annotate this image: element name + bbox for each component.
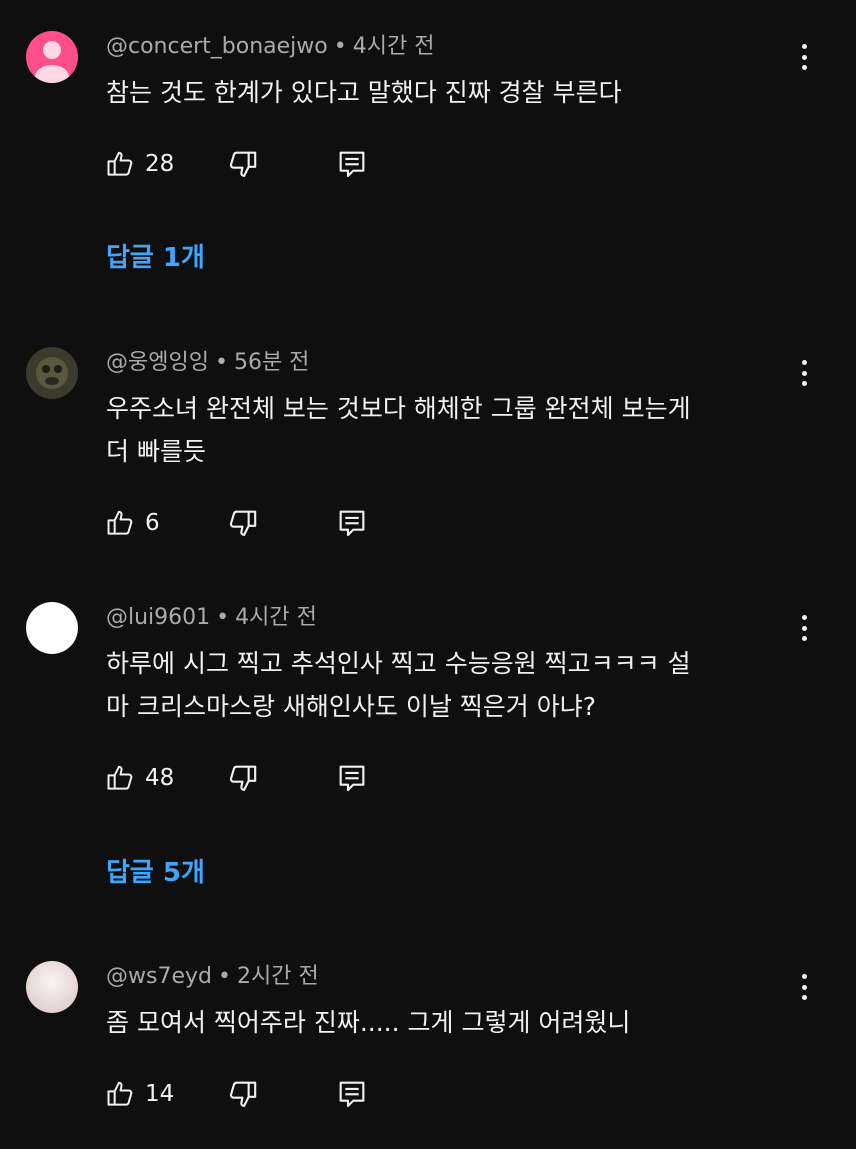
more-vert-icon-dot <box>801 54 807 60</box>
default-avatar-icon <box>26 31 78 83</box>
more-vert-icon <box>801 974 807 979</box>
avatar[interactable] <box>26 31 78 83</box>
author-name[interactable]: @lui9601 <box>106 605 210 630</box>
comment-actions: 28 <box>104 146 374 182</box>
meta-separator: • <box>333 34 347 59</box>
author-name[interactable]: @concert_bonaejwo <box>106 34 328 59</box>
avatar[interactable] <box>26 602 78 654</box>
comment-text: 참는 것도 한계가 있다고 말했다 진짜 경찰 부른다 <box>106 78 622 107</box>
comment-meta: @ws7eyd • 2시간 전 <box>106 962 319 992</box>
avatar[interactable] <box>26 347 78 399</box>
view-replies-button[interactable]: 답글 5개 <box>106 855 205 891</box>
more-vert-icon-dot <box>801 381 807 386</box>
more-vert-icon <box>801 615 807 620</box>
more-actions-button[interactable] <box>792 356 816 390</box>
comment-time[interactable]: 56분 전 <box>234 350 309 375</box>
like-count: 48 <box>145 765 175 791</box>
comment-text: 하루에 시그 찍고 추석인사 찍고 수능응원 찍고ㅋㅋㅋ 설 마 크리스마스랑 … <box>106 649 691 721</box>
reply-button[interactable] <box>336 1076 368 1116</box>
profile-photo-icon <box>26 961 78 1013</box>
comment-meta: @concert_bonaejwo • 4시간 전 <box>106 32 434 62</box>
comment-actions: 14 <box>104 1076 374 1112</box>
thumbs-up-icon <box>107 510 133 535</box>
comment-time[interactable]: 2시간 전 <box>237 964 319 989</box>
comment-actions: 6 <box>104 505 374 541</box>
thumbs-down-icon <box>229 765 257 791</box>
comment-meta: @웅엥잉잉 • 56분 전 <box>106 348 309 378</box>
more-actions-button[interactable] <box>792 970 816 1004</box>
comment-time[interactable]: 4시간 전 <box>235 605 317 630</box>
thumbs-down-icon <box>229 510 257 536</box>
like-button[interactable]: 14 <box>104 1076 174 1112</box>
more-vert-icon-dot <box>801 625 807 631</box>
like-count: 14 <box>145 1081 175 1107</box>
more-vert-icon-dot <box>801 65 807 70</box>
like-button[interactable]: 28 <box>104 146 174 182</box>
comment-actions: 48 <box>104 760 374 796</box>
dislike-button[interactable] <box>226 505 260 545</box>
comment-time[interactable]: 4시간 전 <box>353 34 435 59</box>
more-vert-icon-dot <box>801 984 807 990</box>
more-vert-icon <box>801 360 807 365</box>
avatar[interactable] <box>26 961 78 1013</box>
author-name[interactable]: @웅엥잉잉 <box>106 350 209 375</box>
dislike-button[interactable] <box>226 146 260 186</box>
more-actions-button[interactable] <box>792 611 816 645</box>
meta-separator: • <box>216 605 230 630</box>
like-button[interactable]: 48 <box>104 760 174 796</box>
more-vert-icon-dot <box>801 636 807 641</box>
reply-icon <box>339 1081 365 1108</box>
like-count: 28 <box>145 151 175 177</box>
like-button[interactable]: 6 <box>104 505 160 541</box>
dislike-button[interactable] <box>226 1076 260 1116</box>
thumbs-up-icon <box>107 765 133 790</box>
profile-photo-icon <box>26 602 78 654</box>
thumbs-down-icon <box>229 151 257 177</box>
reply-icon <box>339 765 365 792</box>
more-actions-button[interactable] <box>792 40 816 74</box>
more-vert-icon-dot <box>801 370 807 376</box>
comment-meta: @lui9601 • 4시간 전 <box>106 603 317 633</box>
thumbs-up-icon <box>107 151 133 176</box>
thumbs-up-icon <box>107 1081 133 1106</box>
meta-separator: • <box>217 964 231 989</box>
more-vert-icon <box>801 44 807 49</box>
thumbs-down-icon <box>229 1081 257 1107</box>
more-vert-icon-dot <box>801 995 807 1000</box>
dislike-button[interactable] <box>226 760 260 800</box>
reply-icon <box>339 510 365 537</box>
reply-button[interactable] <box>336 760 368 800</box>
like-count: 6 <box>145 510 160 536</box>
reply-icon <box>339 151 365 178</box>
comment-text: 좀 모여서 찍어주라 진짜..... 그게 그렇게 어려웠니 <box>106 1008 631 1037</box>
meta-separator: • <box>214 350 228 375</box>
reply-button[interactable] <box>336 146 368 186</box>
view-replies-button[interactable]: 답글 1개 <box>106 240 205 276</box>
comment-text: 우주소녀 완전체 보는 것보다 해체한 그룹 완전체 보는게 더 빠를듯 <box>106 394 691 466</box>
reply-button[interactable] <box>336 505 368 545</box>
profile-photo-icon <box>26 347 78 399</box>
author-name[interactable]: @ws7eyd <box>106 964 212 989</box>
